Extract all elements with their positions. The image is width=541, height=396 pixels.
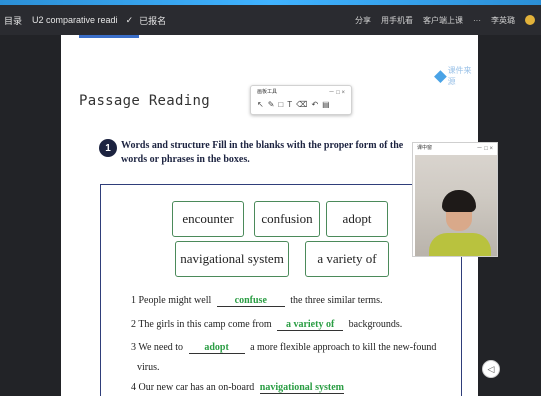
page-top-accent [79, 35, 139, 38]
word-adopt: adopt [326, 201, 388, 237]
eraser-icon[interactable]: ⌫ [296, 100, 307, 109]
word-navigational-system: navigational system [175, 241, 289, 277]
mobile-view-button[interactable]: 用手机看 [381, 15, 413, 26]
chevron-left-icon: ◁ [487, 363, 495, 374]
sentence-1: 1 People might well confuse the three si… [131, 295, 382, 307]
document-viewer: 课件来源 Passage Reading 1 Words and structu… [0, 35, 541, 396]
menu-button[interactable]: 目录 [2, 14, 24, 27]
toolbar-title: 画板工具 [257, 89, 278, 95]
sentence-text: the three similar terms. [290, 295, 383, 306]
more-button[interactable]: ··· [473, 16, 481, 25]
pointer-icon[interactable]: ↖ [257, 100, 264, 109]
sentence-number: 2 [131, 319, 136, 330]
sentence-3: 3 We need to adopt a more flexible appro… [131, 342, 436, 354]
logo-text: 课件来源 [447, 66, 472, 86]
toolbar-tools: ↖ ✎ □ T ⌫ ↶ ▤ [257, 100, 330, 109]
courseware-logo: 课件来源 [434, 65, 478, 87]
sentence-number: 4 [131, 382, 136, 393]
question-instruction: Words and structure Fill in the blanks w… [121, 140, 404, 165]
word-confusion: confusion [254, 201, 320, 237]
user-avatar[interactable] [525, 15, 535, 25]
share-button[interactable]: 分享 [355, 15, 371, 26]
page-heading: Passage Reading [79, 93, 210, 109]
user-name[interactable]: 李英璐 [491, 15, 515, 26]
sentence-number: 3 [131, 342, 136, 353]
text-icon[interactable]: T [287, 100, 292, 109]
sentence-text: We need to [138, 342, 184, 353]
previous-page-button[interactable]: ◁ [482, 360, 500, 378]
word-encounter: encounter [172, 201, 244, 237]
undo-icon[interactable]: ↶ [311, 100, 318, 109]
check-icon: ✓ [125, 14, 134, 25]
client-class-button[interactable]: 客户端上课 [423, 15, 463, 26]
annotation-toolbar[interactable]: 画板工具 － □ × ↖ ✎ □ T ⌫ ↶ ▤ [250, 85, 352, 115]
sentence-text: backgrounds. [348, 319, 403, 330]
sentence-text: The girls in this camp come from [138, 319, 272, 330]
answer-blank: navigational system [259, 382, 344, 394]
trash-icon[interactable]: ▤ [322, 100, 330, 109]
document-title: U2 comparative readi [32, 15, 118, 25]
answer-blank: a variety of [277, 319, 344, 331]
video-window[interactable]: 课中窗 － □ × [412, 142, 498, 257]
app-titlebar: 目录 U2 comparative readi ✓ 已报名 分享 用手机看 客户… [0, 5, 541, 35]
person-hair [442, 190, 476, 212]
answer-blank: confuse [216, 295, 285, 307]
sentence-3-continuation: virus. [137, 362, 160, 373]
camera-feed [415, 155, 497, 256]
sentence-text: a more flexible approach to kill the new… [250, 342, 437, 353]
word-a-variety-of: a variety of [305, 241, 389, 277]
pen-icon[interactable]: ✎ [268, 100, 275, 109]
question-number-badge: 1 [99, 139, 117, 157]
sentence-4: 4 Our new car has an on-board navigation… [131, 382, 347, 394]
video-window-title: 课中窗 [417, 145, 433, 151]
answer-blank: adopt [188, 342, 245, 354]
registered-status: 已报名 [139, 15, 167, 26]
sentence-2: 2 The girls in this camp come from a var… [131, 319, 402, 331]
logo-icon [434, 69, 447, 83]
toolbar-window-controls[interactable]: － □ × [329, 87, 345, 96]
video-window-controls[interactable]: － □ × [477, 143, 493, 152]
sentence-number: 1 [131, 295, 136, 306]
sentence-text: People might well [138, 295, 212, 306]
person-body [429, 233, 491, 256]
sentence-text: Our new car has an on-board [138, 382, 255, 393]
rectangle-icon[interactable]: □ [278, 100, 283, 109]
